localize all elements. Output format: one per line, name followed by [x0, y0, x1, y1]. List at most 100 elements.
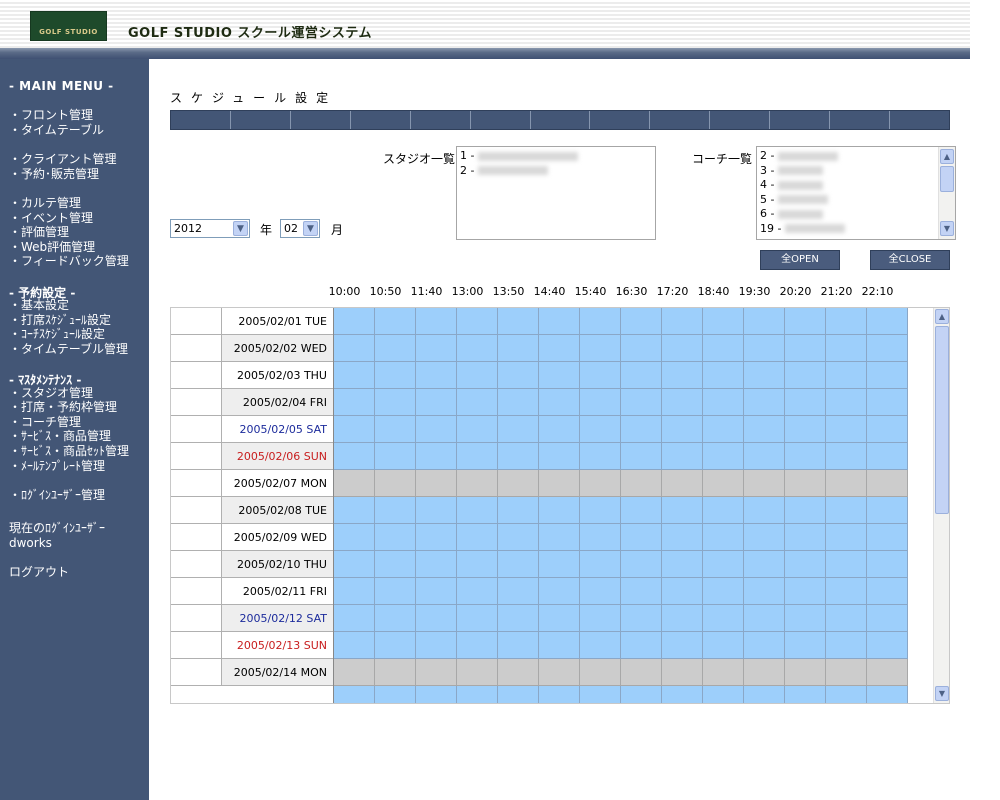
time-cell[interactable]: [867, 416, 908, 443]
time-cell[interactable]: [662, 443, 703, 470]
time-cell[interactable]: [539, 335, 580, 362]
time-cell[interactable]: [498, 497, 539, 524]
time-cell[interactable]: [457, 308, 498, 335]
time-cell[interactable]: [867, 362, 908, 389]
menu-client[interactable]: ・クライアント管理: [9, 152, 117, 166]
time-cell[interactable]: [621, 308, 662, 335]
time-cell[interactable]: [416, 578, 457, 605]
time-cell[interactable]: [375, 335, 416, 362]
chevron-down-icon[interactable]: ▼: [303, 221, 318, 236]
scroll-thumb[interactable]: [935, 326, 949, 514]
time-cell[interactable]: [621, 686, 662, 703]
menu-timetable[interactable]: ・タイムテーブル: [9, 123, 104, 137]
time-cell[interactable]: [457, 443, 498, 470]
row-select-cell[interactable]: [171, 524, 222, 551]
time-cell[interactable]: [826, 551, 867, 578]
time-cell[interactable]: [703, 524, 744, 551]
time-cell[interactable]: [785, 605, 826, 632]
menu-evaluation[interactable]: ・評価管理: [9, 225, 69, 239]
time-cell[interactable]: [498, 632, 539, 659]
time-cell[interactable]: [498, 389, 539, 416]
time-cell[interactable]: [457, 551, 498, 578]
time-cell[interactable]: [703, 470, 744, 497]
time-cell[interactable]: [539, 605, 580, 632]
time-cell[interactable]: [744, 443, 785, 470]
time-cell[interactable]: [744, 632, 785, 659]
time-cell[interactable]: [744, 308, 785, 335]
time-cell[interactable]: [416, 605, 457, 632]
tab-7[interactable]: [531, 111, 591, 129]
time-cell[interactable]: [703, 416, 744, 443]
time-cell[interactable]: [334, 470, 375, 497]
time-cell[interactable]: [539, 362, 580, 389]
time-cell[interactable]: [703, 335, 744, 362]
menu-karte[interactable]: ・カルテ管理: [9, 196, 81, 210]
year-select[interactable]: 2012 ▼: [170, 219, 250, 238]
time-cell[interactable]: [416, 524, 457, 551]
row-select-cell[interactable]: [171, 416, 222, 443]
time-cell[interactable]: [826, 389, 867, 416]
time-cell[interactable]: [498, 551, 539, 578]
time-cell[interactable]: [375, 524, 416, 551]
tab-2[interactable]: [231, 111, 291, 129]
time-cell[interactable]: [498, 335, 539, 362]
row-select-cell[interactable]: [171, 362, 222, 389]
time-cell[interactable]: [498, 659, 539, 686]
menu-feedback[interactable]: ・フィードバック管理: [9, 254, 129, 268]
row-select-cell[interactable]: [171, 632, 222, 659]
tab-6[interactable]: [471, 111, 531, 129]
menu-coach-schedule[interactable]: ・ｺｰﾁｽｹｼﾞｭｰﾙ設定: [9, 327, 105, 341]
time-cell[interactable]: [457, 578, 498, 605]
time-cell[interactable]: [416, 686, 457, 703]
time-cell[interactable]: [867, 524, 908, 551]
time-cell[interactable]: [662, 524, 703, 551]
tab-12[interactable]: [830, 111, 891, 129]
time-cell[interactable]: [416, 389, 457, 416]
tab-11[interactable]: [770, 111, 831, 129]
time-cell[interactable]: [621, 335, 662, 362]
time-cell[interactable]: [416, 335, 457, 362]
scroll-thumb[interactable]: [940, 166, 954, 192]
time-cell[interactable]: [498, 605, 539, 632]
time-cell[interactable]: [334, 416, 375, 443]
time-cell[interactable]: [375, 632, 416, 659]
time-cell[interactable]: [703, 497, 744, 524]
time-cell[interactable]: [826, 443, 867, 470]
time-cell[interactable]: [703, 659, 744, 686]
time-cell[interactable]: [744, 362, 785, 389]
time-cell[interactable]: [375, 389, 416, 416]
coach-listbox-scrollbar[interactable]: ▲ ▼: [938, 147, 955, 239]
time-cell[interactable]: [621, 470, 662, 497]
studio-option[interactable]: 2 -: [460, 164, 652, 179]
time-cell[interactable]: [580, 686, 621, 703]
time-cell[interactable]: [457, 686, 498, 703]
menu-service-product[interactable]: ・ｻｰﾋﾞｽ・商品管理: [9, 429, 111, 443]
time-cell[interactable]: [334, 686, 375, 703]
time-cell[interactable]: [703, 578, 744, 605]
time-cell[interactable]: [416, 497, 457, 524]
time-cell[interactable]: [375, 362, 416, 389]
time-cell[interactable]: [416, 416, 457, 443]
menu-login-user[interactable]: ・ﾛｸﾞｲﾝﾕｰｻﾞｰ管理: [9, 488, 105, 502]
time-cell[interactable]: [621, 659, 662, 686]
menu-service-product-set[interactable]: ・ｻｰﾋﾞｽ・商品ｾｯﾄ管理: [9, 444, 129, 458]
time-cell[interactable]: [539, 632, 580, 659]
row-select-cell[interactable]: [171, 389, 222, 416]
time-cell[interactable]: [416, 308, 457, 335]
time-cell[interactable]: [580, 524, 621, 551]
time-cell[interactable]: [785, 470, 826, 497]
tab-8[interactable]: [590, 111, 651, 129]
chevron-down-icon[interactable]: ▼: [233, 221, 248, 236]
time-cell[interactable]: [539, 389, 580, 416]
time-cell[interactable]: [457, 416, 498, 443]
time-cell[interactable]: [744, 686, 785, 703]
time-cell[interactable]: [580, 578, 621, 605]
time-cell[interactable]: [703, 632, 744, 659]
time-cell[interactable]: [621, 416, 662, 443]
time-cell[interactable]: [621, 605, 662, 632]
time-cell[interactable]: [457, 632, 498, 659]
time-cell[interactable]: [662, 362, 703, 389]
menu-booking-sales[interactable]: ・予約･販売管理: [9, 167, 99, 181]
time-cell[interactable]: [867, 578, 908, 605]
time-cell[interactable]: [826, 686, 867, 703]
